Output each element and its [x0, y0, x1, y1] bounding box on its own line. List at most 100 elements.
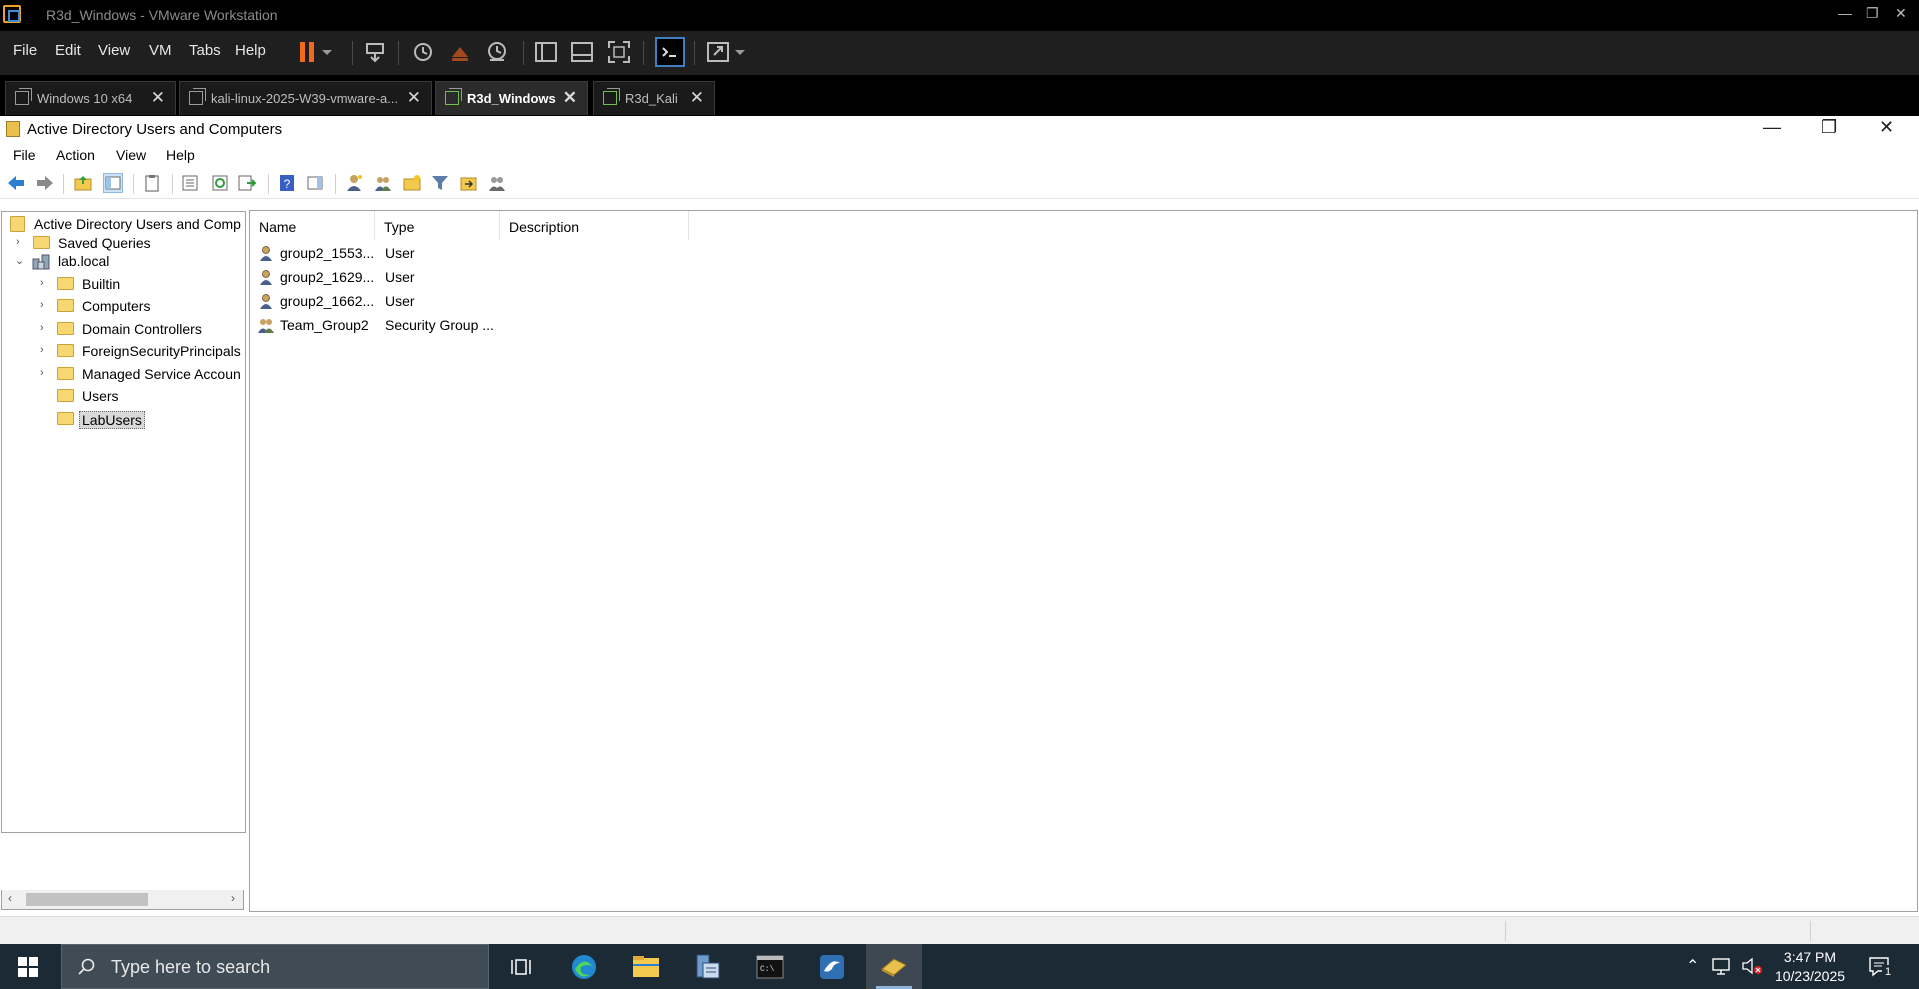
user-icon — [260, 294, 272, 309]
expand-chevron-icon[interactable]: › — [40, 277, 44, 289]
aduc-menu-action[interactable]: Action — [56, 147, 95, 163]
network-icon[interactable] — [1712, 957, 1732, 975]
volume-muted-icon[interactable] — [1741, 956, 1763, 976]
vmware-menu-view[interactable]: View — [98, 42, 130, 59]
list-row-group[interactable]: Team_Group2 Security Group ... — [250, 313, 850, 337]
show-library-icon[interactable] — [533, 39, 559, 65]
new-ou-icon[interactable] — [403, 174, 421, 192]
taskbar-search-box[interactable]: Type here to search — [61, 944, 489, 989]
aduc-restore-button[interactable]: ❐ — [1821, 117, 1837, 138]
add-to-group-icon[interactable] — [488, 174, 506, 192]
column-header-type[interactable]: Type — [375, 211, 500, 240]
find-icon[interactable] — [460, 174, 478, 192]
toolbar-separator — [398, 41, 399, 65]
action-center-button[interactable]: 1 — [1868, 955, 1894, 979]
aduc-toolbar: ? — [0, 168, 1919, 199]
scroll-right-icon[interactable]: › — [231, 891, 235, 905]
toolbar-separator — [643, 41, 644, 65]
aduc-close-button[interactable]: ✕ — [1879, 117, 1894, 138]
show-hide-console-tree-icon[interactable] — [103, 173, 123, 193]
column-header-name[interactable]: Name — [250, 211, 375, 240]
taskbar-aduc[interactable] — [866, 944, 922, 989]
taskbar-edge[interactable] — [556, 944, 612, 989]
vmware-menu-vm[interactable]: VM — [149, 42, 172, 59]
show-hidden-icons-chevron-icon[interactable]: ⌃ — [1686, 956, 1699, 976]
taskbar-file-explorer[interactable] — [618, 944, 674, 989]
tree-node-label: lab.local — [58, 253, 110, 269]
status-pane — [1810, 921, 1811, 941]
tab-close-icon[interactable]: ✕ — [690, 88, 704, 108]
tab-label: R3d_Windows — [467, 91, 556, 106]
aduc-menu-file[interactable]: File — [13, 147, 36, 163]
expand-chevron-icon[interactable]: › — [40, 299, 44, 311]
tab-windows-10-x64[interactable]: Windows 10 x64 ✕ — [5, 81, 176, 115]
aduc-menu-view[interactable]: View — [116, 147, 146, 163]
stretch-guest-icon[interactable] — [705, 39, 731, 65]
vmware-menu-tabs[interactable]: Tabs — [189, 42, 221, 59]
vmware-menu-file[interactable]: File — [13, 42, 37, 59]
collapse-chevron-icon[interactable]: ⌄ — [15, 254, 24, 267]
vmware-restore-button[interactable]: ❐ — [1866, 5, 1879, 22]
tab-kali-linux[interactable]: kali-linux-2025-W39-vmware-a... ✕ — [179, 81, 432, 115]
vmware-minimize-button[interactable]: — — [1838, 5, 1852, 21]
clipboard-icon[interactable] — [143, 174, 161, 192]
tab-r3d-windows[interactable]: R3d_Windows ✕ — [435, 81, 588, 115]
details-list: Name Type Description group2_1553... Use… — [249, 210, 1918, 912]
scroll-left-icon[interactable]: ‹ — [8, 891, 12, 905]
scrollbar-thumb[interactable] — [26, 893, 148, 906]
tab-r3d-kali[interactable]: R3d_Kali ✕ — [593, 81, 715, 115]
forward-arrow-icon[interactable] — [36, 174, 54, 192]
thumbnail-bar-icon[interactable] — [569, 39, 595, 65]
tab-close-icon[interactable]: ✕ — [563, 88, 577, 108]
expand-chevron-icon[interactable]: › — [40, 322, 44, 334]
column-header-description[interactable]: Description — [500, 211, 689, 240]
tab-label: kali-linux-2025-W39-vmware-a... — [211, 91, 399, 106]
tree-node-label: Managed Service Accoun — [82, 366, 241, 382]
power-dropdown-icon[interactable] — [320, 39, 334, 65]
export-list-icon[interactable] — [238, 174, 256, 192]
refresh-icon[interactable] — [211, 174, 229, 192]
tree-horizontal-scrollbar[interactable]: ‹ › — [1, 890, 244, 910]
new-group-icon[interactable] — [374, 174, 392, 192]
list-row-user[interactable]: group2_1629... User — [250, 265, 850, 289]
aduc-status-bar — [0, 916, 1919, 945]
list-row-user[interactable]: group2_1553... User — [250, 241, 850, 265]
taskbar-command-prompt[interactable]: C:\ — [742, 944, 798, 989]
command-prompt-icon: C:\ — [756, 955, 784, 979]
stretch-dropdown-icon[interactable] — [733, 39, 747, 65]
toolbar-separator — [335, 174, 336, 194]
ou-folder-icon — [57, 412, 74, 425]
running-vm-icon — [603, 88, 620, 105]
tab-close-icon[interactable]: ✕ — [151, 88, 165, 108]
snapshot-manager-icon[interactable] — [484, 39, 510, 65]
filter-icon[interactable] — [431, 174, 449, 192]
task-view-button[interactable] — [493, 944, 549, 989]
tree-node-label: LabUsers — [79, 411, 145, 429]
help-icon[interactable]: ? — [278, 174, 296, 192]
taskbar-server-manager[interactable] — [680, 944, 736, 989]
action-pane-icon[interactable] — [306, 174, 324, 192]
revert-snapshot-icon[interactable] — [447, 39, 473, 65]
console-view-icon[interactable] — [655, 37, 685, 67]
expand-chevron-icon[interactable]: › — [40, 367, 44, 379]
toolbar-separator — [352, 41, 353, 65]
properties-icon[interactable] — [181, 174, 199, 192]
aduc-menu-help[interactable]: Help — [166, 147, 195, 163]
expand-chevron-icon[interactable]: › — [40, 344, 44, 356]
expand-chevron-icon[interactable]: › — [16, 236, 20, 248]
vmware-menu-help[interactable]: Help — [235, 42, 266, 59]
aduc-minimize-button[interactable]: — — [1763, 117, 1781, 138]
back-arrow-icon[interactable] — [7, 174, 25, 192]
full-screen-icon[interactable] — [606, 39, 632, 65]
tab-close-icon[interactable]: ✕ — [407, 88, 421, 108]
snapshot-icon[interactable] — [410, 39, 436, 65]
list-row-user[interactable]: group2_1662... User — [250, 289, 850, 313]
taskbar-clock[interactable]: 3:47 PM 10/23/2025 — [1768, 948, 1852, 986]
up-folder-icon[interactable] — [74, 174, 92, 192]
taskbar-wireshark[interactable] — [804, 944, 860, 989]
vmware-menu-edit[interactable]: Edit — [55, 42, 81, 59]
vmware-close-button[interactable]: ✕ — [1895, 5, 1907, 22]
new-user-icon[interactable] — [345, 174, 363, 192]
send-ctrl-alt-del-icon[interactable] — [362, 39, 388, 65]
windows-start-icon[interactable] — [18, 957, 38, 977]
